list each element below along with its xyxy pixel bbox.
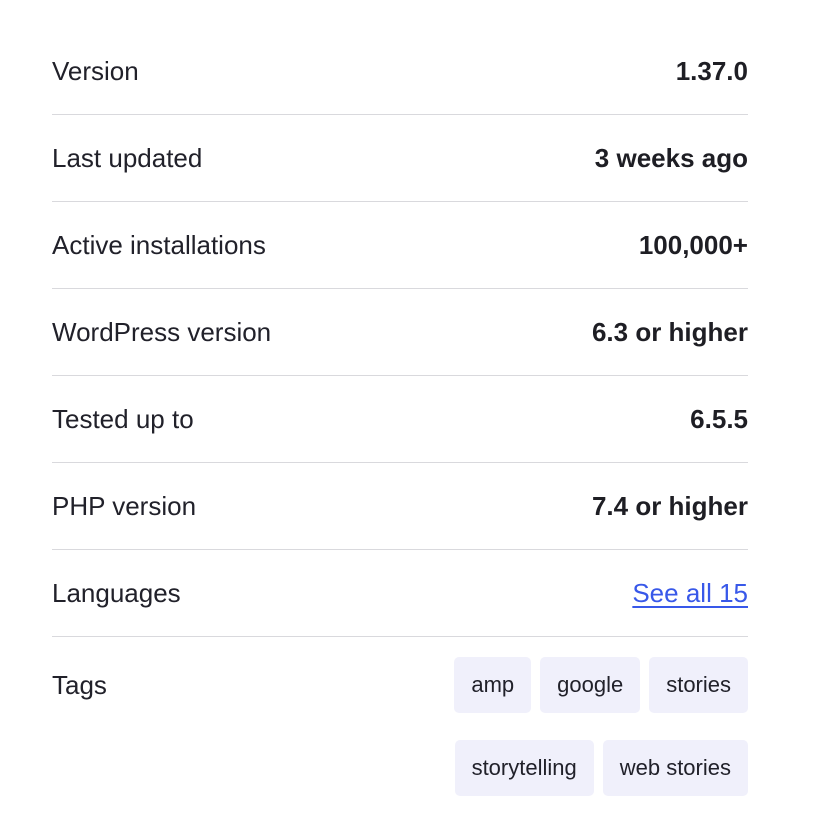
- meta-row-php-version: PHP version 7.4 or higher: [52, 463, 748, 550]
- last-updated-value: 3 weeks ago: [595, 142, 748, 175]
- version-value: 1.37.0: [676, 55, 748, 88]
- meta-row-active-installations: Active installations 100,000+: [52, 202, 748, 289]
- php-version-value: 7.4 or higher: [592, 490, 748, 523]
- version-label: Version: [52, 55, 139, 88]
- tag-pill[interactable]: stories: [649, 657, 748, 713]
- php-version-label: PHP version: [52, 490, 196, 523]
- tag-pill[interactable]: storytelling: [455, 740, 594, 796]
- meta-row-wordpress-version: WordPress version 6.3 or higher: [52, 289, 748, 376]
- tested-up-to-value: 6.5.5: [690, 403, 748, 436]
- wordpress-version-value: 6.3 or higher: [592, 316, 748, 349]
- languages-label: Languages: [52, 577, 181, 610]
- meta-row-tested-up-to: Tested up to 6.5.5: [52, 376, 748, 463]
- tested-up-to-label: Tested up to: [52, 403, 194, 436]
- meta-list: Version 1.37.0 Last updated 3 weeks ago …: [0, 0, 824, 743]
- tag-list: amp google stories storytelling web stor…: [388, 657, 748, 796]
- tag-pill[interactable]: web stories: [603, 740, 748, 796]
- meta-row-tags: Tags amp google stories storytelling web…: [52, 637, 748, 743]
- active-installations-value: 100,000+: [639, 229, 748, 262]
- wordpress-version-label: WordPress version: [52, 316, 271, 349]
- plugin-meta-panel: Version 1.37.0 Last updated 3 weeks ago …: [0, 0, 824, 826]
- tag-pill[interactable]: google: [540, 657, 640, 713]
- active-installations-label: Active installations: [52, 229, 266, 262]
- tags-label: Tags: [52, 657, 107, 713]
- see-all-languages-link[interactable]: See all 15: [632, 577, 748, 610]
- meta-row-version: Version 1.37.0: [52, 28, 748, 115]
- tag-pill[interactable]: amp: [454, 657, 531, 713]
- last-updated-label: Last updated: [52, 142, 202, 175]
- meta-row-last-updated: Last updated 3 weeks ago: [52, 115, 748, 202]
- meta-row-languages: Languages See all 15: [52, 550, 748, 637]
